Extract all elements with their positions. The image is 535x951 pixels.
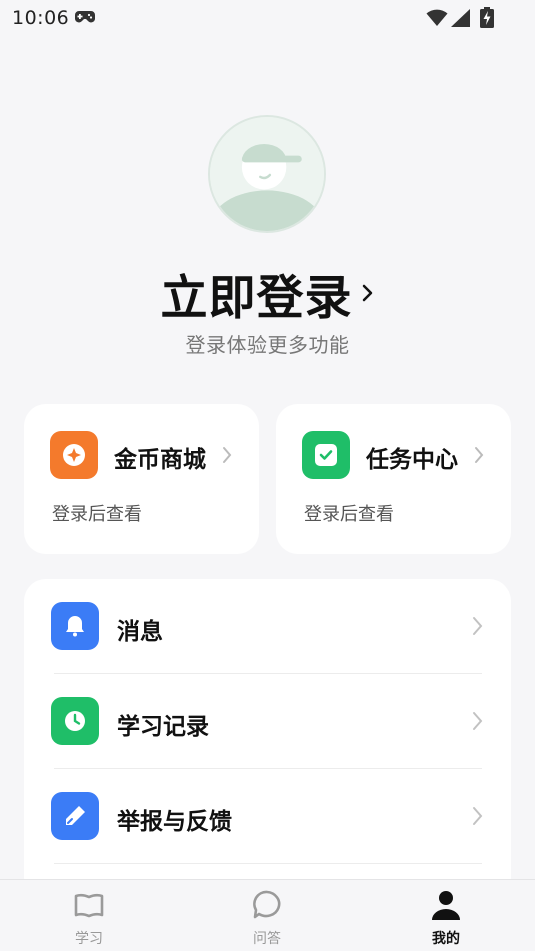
task-center-card[interactable]: 任务中心 登录后查看 [276,404,511,554]
divider [54,863,482,864]
book-icon [74,893,104,918]
coin-mall-card[interactable]: 金币商城 登录后查看 [24,404,259,554]
default-avatar-icon [210,117,324,231]
signal-icon [451,9,470,27]
card-subtitle: 登录后查看 [304,504,394,525]
tab-label: 学习 [75,931,103,947]
card-subtitle: 登录后查看 [52,504,142,525]
person-icon [432,891,460,920]
task-check-icon [302,431,350,479]
chevron-right-icon [473,712,483,730]
login-subtitle: 登录体验更多功能 [185,333,350,357]
card-title: 金币商城 [114,447,206,473]
status-bar: 10:06 [0,0,535,38]
menu-item-study-history[interactable]: 学习记录 [24,674,511,769]
menu-label: 举报与反馈 [117,809,232,835]
avatar[interactable] [208,115,326,233]
chat-bubble-icon [253,890,281,919]
card-title: 任务中心 [366,447,458,473]
battery-charging-icon [480,7,494,28]
pen-icon [51,792,99,840]
chevron-right-icon [223,447,232,463]
bottom-tab-bar: 学习 问答 我的 [0,879,535,951]
menu-label: 消息 [117,619,163,645]
tab-qa[interactable]: 问答 [212,880,322,951]
login-button[interactable]: 立即登录 [0,262,535,326]
tab-label: 问答 [253,931,281,947]
status-time: 10:06 [12,7,70,29]
chevron-right-icon [473,807,483,825]
tab-mine[interactable]: 我的 [391,880,501,951]
menu-list: 消息 学习记录 举报与反馈 [24,579,511,899]
bell-icon [51,602,99,650]
tab-study[interactable]: 学习 [34,880,144,951]
tab-label: 我的 [432,931,460,947]
chevron-right-icon [475,447,484,463]
menu-item-report-feedback[interactable]: 举报与反馈 [24,769,511,864]
menu-label: 学习记录 [117,714,209,740]
wifi-icon [426,9,448,26]
coin-mall-icon [50,431,98,479]
clock-icon [51,697,99,745]
chevron-right-icon [473,617,483,635]
menu-item-messages[interactable]: 消息 [24,579,511,674]
gamepad-icon [75,11,95,23]
login-title: 立即登录 [160,270,353,326]
chevron-right-icon [362,284,372,302]
